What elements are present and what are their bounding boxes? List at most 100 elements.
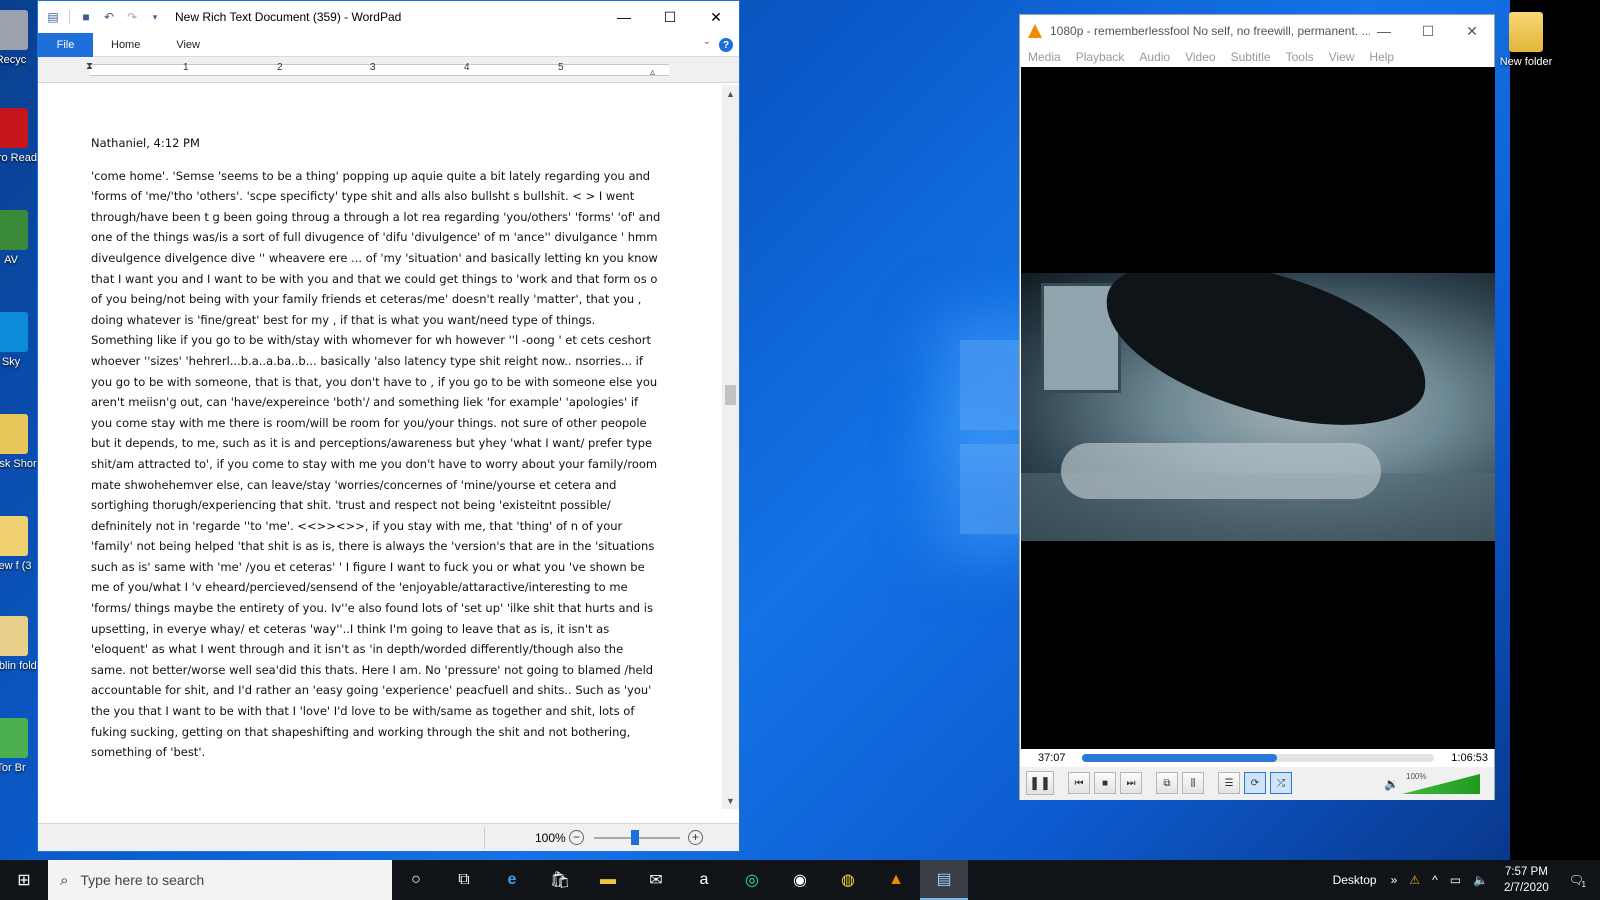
previous-button[interactable]: ⏮ bbox=[1068, 772, 1090, 794]
extended-settings-button[interactable]: ⫼ bbox=[1182, 772, 1204, 794]
scroll-thumb[interactable] bbox=[725, 385, 736, 405]
loop-button[interactable]: ⟳ bbox=[1244, 772, 1266, 794]
app-icon[interactable]: ◉ bbox=[776, 860, 824, 900]
camera-app-icon[interactable]: ◍ bbox=[824, 860, 872, 900]
volume-level: 100% bbox=[1406, 772, 1427, 781]
volume-slider[interactable]: 100% bbox=[1402, 772, 1480, 794]
notification-count: 1 bbox=[1581, 880, 1586, 889]
show-hidden-icons[interactable]: ^ bbox=[1432, 873, 1438, 887]
vlc-window-title: 1080p - rememberlessfool No self, no fre… bbox=[1050, 24, 1370, 38]
task-view-icon[interactable]: ⧉ bbox=[440, 860, 488, 900]
speaker-icon[interactable]: 🔉 bbox=[1384, 777, 1399, 791]
tab-file[interactable]: File bbox=[38, 32, 93, 57]
notification-center-icon[interactable]: 🗨 1 bbox=[1569, 873, 1586, 889]
indent-marker[interactable]: ⧗ bbox=[86, 61, 93, 72]
system-tray: Desktop » ⚠ ^ ▭ 🔈 7:57 PM 2/7/2020 🗨 1 bbox=[1333, 860, 1600, 900]
scroll-up-icon[interactable]: ▲ bbox=[722, 85, 739, 102]
menu-audio[interactable]: Audio bbox=[1139, 50, 1170, 64]
document-text[interactable]: Nathaniel, 4:12 PM 'come home'. 'Semse '… bbox=[91, 133, 661, 763]
menu-help[interactable]: Help bbox=[1369, 50, 1394, 64]
menu-subtitle[interactable]: Subtitle bbox=[1231, 50, 1271, 64]
vlc-taskbar-icon[interactable]: ▲ bbox=[872, 860, 920, 900]
vlc-minimize-button[interactable]: — bbox=[1362, 15, 1406, 47]
elapsed-time: 37:07 bbox=[1038, 752, 1066, 764]
right-indent-marker[interactable]: ▵ bbox=[650, 67, 655, 78]
app-shortcut-icon bbox=[0, 718, 28, 758]
pause-button[interactable]: ❚❚ bbox=[1026, 771, 1054, 795]
document-body: 'come home'. 'Semse 'seems to be a thing… bbox=[91, 168, 661, 760]
video-area[interactable] bbox=[1021, 67, 1495, 749]
zoom-out-button[interactable]: − bbox=[569, 830, 584, 845]
maximize-button[interactable]: ☐ bbox=[647, 1, 693, 33]
store-icon[interactable]: 🛍 bbox=[536, 860, 584, 900]
wordpad-app-icon[interactable]: ▤ bbox=[46, 10, 60, 24]
amazon-icon[interactable]: a bbox=[680, 860, 728, 900]
start-button[interactable]: ⊞ bbox=[0, 860, 48, 900]
folder-icon bbox=[1509, 12, 1543, 52]
document-area[interactable]: Nathaniel, 4:12 PM 'come home'. 'Semse '… bbox=[38, 85, 724, 809]
video-frame bbox=[1021, 273, 1495, 541]
save-icon[interactable]: ■ bbox=[79, 10, 93, 24]
minimize-button[interactable]: — bbox=[601, 1, 647, 33]
mail-icon[interactable]: ✉ bbox=[632, 860, 680, 900]
status-bar: 100% − + bbox=[38, 823, 739, 851]
vlc-cone-icon bbox=[1028, 24, 1042, 38]
vertical-scrollbar[interactable]: ▲ ▼ bbox=[722, 85, 739, 809]
ruler-number: 4 bbox=[464, 62, 470, 73]
zoom-in-button[interactable]: + bbox=[688, 830, 703, 845]
ruler-number: 1 bbox=[183, 62, 189, 73]
tab-home[interactable]: Home bbox=[93, 33, 158, 57]
scroll-down-icon[interactable]: ▼ bbox=[722, 792, 739, 809]
help-icon[interactable]: ? bbox=[719, 38, 733, 52]
close-button[interactable]: ✕ bbox=[693, 1, 739, 33]
windows-icon: ⊞ bbox=[17, 872, 31, 889]
vlc-close-button[interactable]: ✕ bbox=[1450, 15, 1494, 47]
wordpad-taskbar-icon[interactable]: ▤ bbox=[920, 860, 968, 900]
edge-icon[interactable]: e bbox=[488, 860, 536, 900]
menu-tools[interactable]: Tools bbox=[1286, 50, 1314, 64]
taskbar: ⊞ ⌕ Type here to search ○ ⧉ e 🛍 ▬ ✉ a ◎ … bbox=[0, 860, 1600, 900]
menu-media[interactable]: Media bbox=[1028, 50, 1061, 64]
app-shortcut-icon bbox=[0, 108, 28, 148]
desktop-icon-label: New folder bbox=[1499, 56, 1553, 68]
clock-date: 2/7/2020 bbox=[1504, 882, 1549, 894]
vlc-menubar: Media Playback Audio Video Subtitle Tool… bbox=[1020, 47, 1494, 67]
menu-playback[interactable]: Playback bbox=[1076, 50, 1125, 64]
menu-view[interactable]: View bbox=[1329, 50, 1355, 64]
seek-bar-fill bbox=[1082, 754, 1278, 762]
clock-time: 7:57 PM bbox=[1504, 866, 1548, 878]
playlist-button[interactable]: ☰ bbox=[1218, 772, 1240, 794]
cortana-icon[interactable]: ○ bbox=[392, 860, 440, 900]
zoom-slider-thumb[interactable] bbox=[631, 830, 639, 845]
vlc-controls: ❚❚ ⏮ ■ ⏭ ⧉ ⫼ ☰ ⟳ ⤮ 🔉 100% bbox=[1020, 767, 1494, 800]
redo-icon[interactable]: ↷ bbox=[125, 10, 139, 24]
app-shortcut-icon bbox=[0, 312, 28, 352]
seek-bar-row: 37:07 1:06:53 bbox=[1020, 749, 1494, 767]
tab-view[interactable]: View bbox=[158, 33, 218, 57]
wordpad-titlebar[interactable]: ▤ ■ ↶ ↷ ▾ New Rich Text Document (359) -… bbox=[38, 1, 739, 33]
clock[interactable]: 7:57 PM 2/7/2020 bbox=[1504, 864, 1549, 896]
ruler[interactable]: 1 2 3 4 5 ⧗ ▵ bbox=[38, 57, 739, 83]
vlc-titlebar[interactable]: 1080p - rememberlessfool No self, no fre… bbox=[1020, 15, 1494, 47]
volume-icon[interactable]: 🔈 bbox=[1473, 873, 1488, 887]
vlc-maximize-button[interactable]: ☐ bbox=[1406, 15, 1450, 47]
customize-toolbar-icon[interactable]: ▾ bbox=[148, 10, 162, 24]
desktop-icon-new-folder[interactable]: New folder bbox=[1491, 12, 1561, 68]
document-heading: Nathaniel, 4:12 PM bbox=[91, 136, 200, 150]
network-icon[interactable]: ▭ bbox=[1450, 873, 1461, 887]
seek-bar[interactable] bbox=[1082, 754, 1434, 762]
toolbar-expand-icon[interactable]: » bbox=[1391, 873, 1398, 887]
file-explorer-icon[interactable]: ▬ bbox=[584, 860, 632, 900]
shuffle-button[interactable]: ⤮ bbox=[1270, 772, 1292, 794]
tripadvisor-icon[interactable]: ◎ bbox=[728, 860, 776, 900]
desktop-toolbar[interactable]: Desktop bbox=[1333, 873, 1377, 887]
stop-button[interactable]: ■ bbox=[1094, 772, 1116, 794]
collapse-ribbon-icon[interactable]: ⌄ bbox=[703, 36, 711, 47]
fullscreen-button[interactable]: ⧉ bbox=[1156, 772, 1178, 794]
undo-icon[interactable]: ↶ bbox=[102, 10, 116, 24]
ruler-number: 5 bbox=[558, 62, 564, 73]
update-warning-icon[interactable]: ⚠ bbox=[1409, 873, 1420, 887]
search-box[interactable]: ⌕ Type here to search bbox=[48, 860, 392, 900]
menu-video[interactable]: Video bbox=[1185, 50, 1215, 64]
next-button[interactable]: ⏭ bbox=[1120, 772, 1142, 794]
